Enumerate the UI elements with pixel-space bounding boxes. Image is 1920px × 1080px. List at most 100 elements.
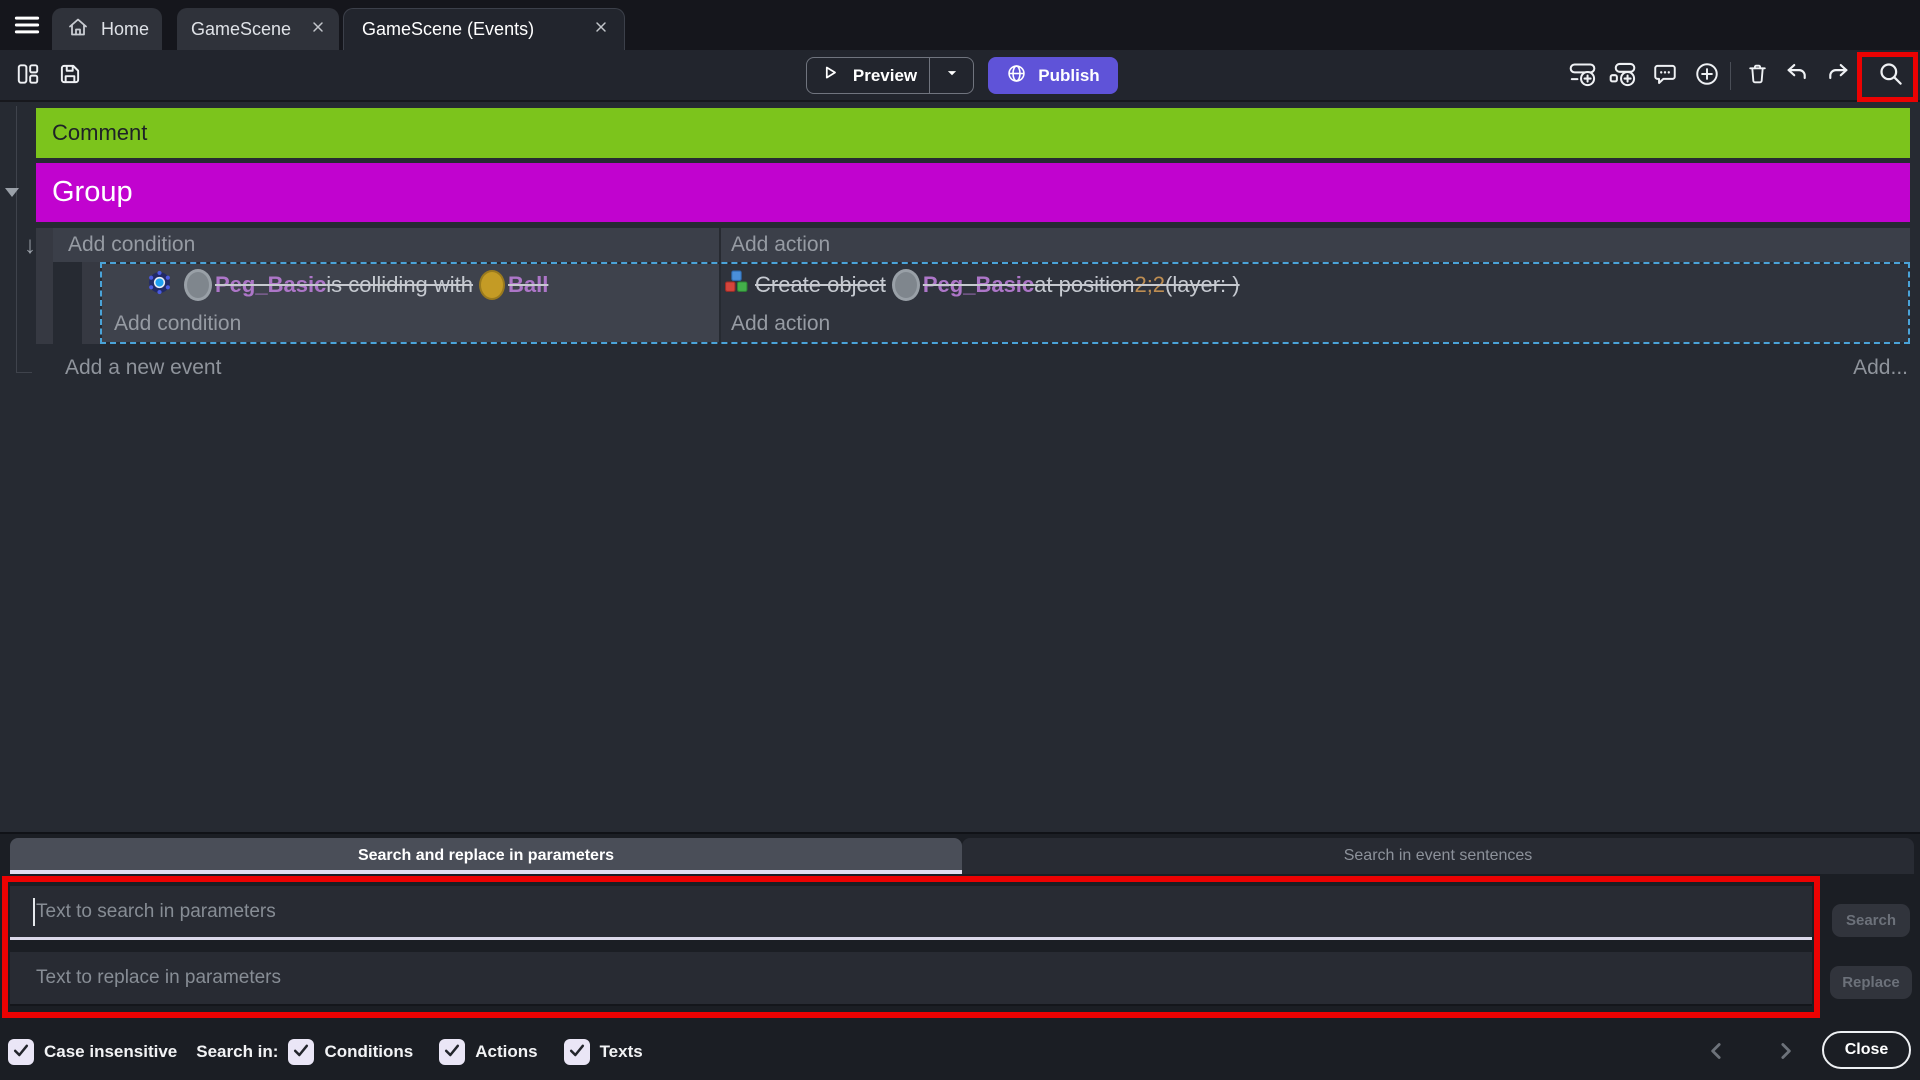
add-subevent-button[interactable]	[1604, 57, 1640, 93]
tab-search-replace-parameters[interactable]: Search and replace in parameters	[10, 838, 962, 874]
undo-button[interactable]	[1778, 57, 1814, 93]
tab-bar: Home GameScene GameScene (Events)	[0, 0, 1920, 50]
collapse-event-arrow-icon[interactable]: ↓	[24, 234, 36, 258]
gdevelop-window: Home GameScene GameScene (Events)	[0, 0, 1920, 1080]
hamburger-icon	[12, 28, 42, 43]
save-button[interactable]	[52, 57, 88, 93]
event-drag-gutter[interactable]	[36, 228, 53, 344]
add-other-button[interactable]	[1689, 57, 1725, 93]
add-condition-link[interactable]: Add condition	[68, 233, 195, 257]
actions-checkbox[interactable]	[439, 1039, 465, 1065]
object-name: Peg_Basic	[215, 272, 326, 298]
globe-icon	[1006, 63, 1027, 89]
condition-sentence: Peg_Basic is colliding with Ball	[178, 269, 548, 301]
previous-result-button[interactable]	[1703, 1038, 1731, 1066]
preview-main[interactable]: Preview	[807, 58, 929, 93]
checkmark-icon	[442, 1040, 462, 1065]
play-icon	[819, 62, 841, 89]
add-subevent-icon	[1609, 60, 1636, 90]
tab-home[interactable]: Home	[52, 8, 162, 50]
search-in-label: Search in:	[196, 1042, 278, 1062]
events-sheet: ↓ Comment Group Add condition Add action	[0, 102, 1920, 832]
collapse-group-arrow-icon[interactable]	[5, 188, 19, 197]
add-comment-button[interactable]	[1647, 57, 1683, 93]
tab-label: GameScene (Events)	[362, 19, 534, 40]
preview-dropdown-button[interactable]	[929, 58, 973, 93]
chevron-left-icon	[1704, 1038, 1730, 1067]
toolbar: Preview Publish	[0, 50, 1920, 102]
search-input[interactable]	[10, 886, 1812, 937]
redo-button[interactable]	[1820, 57, 1856, 93]
replace-input[interactable]	[10, 952, 1812, 1004]
actions-label: Actions	[475, 1042, 537, 1062]
tab-label: GameScene	[191, 19, 291, 40]
search-input-row	[10, 886, 1812, 940]
delete-button[interactable]	[1739, 57, 1775, 93]
actions-cell: Add action	[719, 228, 1910, 262]
checkmark-icon	[567, 1040, 587, 1065]
conditions-cell: Add condition	[53, 228, 719, 262]
close-button[interactable]: Close	[1822, 1031, 1911, 1069]
texts-label: Texts	[600, 1042, 643, 1062]
search-options-row: Case insensitive Search in: Conditions A…	[8, 1032, 643, 1072]
plus-circle-icon	[1694, 61, 1720, 90]
peg-object-icon	[184, 269, 212, 301]
tree-corner	[16, 372, 32, 373]
preview-label: Preview	[853, 66, 917, 86]
replace-button[interactable]: Replace	[1830, 966, 1912, 999]
subevent-drag-gutter[interactable]	[82, 262, 100, 344]
tab-search-event-sentences[interactable]: Search in event sentences	[962, 838, 1914, 874]
checkmark-icon	[291, 1040, 311, 1065]
preview-button[interactable]: Preview	[806, 57, 974, 94]
close-tab-button[interactable]	[590, 19, 612, 41]
action-row[interactable]: Create object Peg_Basic at position 2;2 …	[721, 264, 1908, 306]
chevron-right-icon	[1772, 1038, 1798, 1067]
conditions-label: Conditions	[324, 1042, 413, 1062]
add-action-link[interactable]: Add action	[731, 312, 830, 336]
create-object-icon	[724, 270, 749, 300]
next-result-button[interactable]	[1771, 1038, 1799, 1066]
conditions-column: Peg_Basic is colliding with Ball Add con…	[102, 264, 719, 342]
redo-icon	[1825, 60, 1852, 90]
undo-icon	[1783, 60, 1810, 90]
physics-collision-icon	[147, 270, 172, 300]
chevron-down-icon	[943, 64, 961, 87]
selected-subevent[interactable]: Peg_Basic is colliding with Ball Add con…	[100, 262, 1910, 344]
action-text: at position	[1034, 272, 1134, 298]
toggle-panel-button[interactable]	[10, 57, 46, 93]
add-new-event-link[interactable]: Add a new event	[65, 356, 221, 380]
toolbar-divider	[1730, 62, 1731, 90]
close-tab-button[interactable]	[307, 18, 329, 40]
action-text: Create object	[755, 272, 886, 298]
main-menu-button[interactable]	[10, 10, 44, 40]
add-condition-link[interactable]: Add condition	[114, 312, 241, 336]
add-event-icon	[1569, 60, 1596, 90]
condition-row[interactable]: Peg_Basic is colliding with Ball	[102, 264, 719, 306]
object-name: Ball	[508, 272, 548, 298]
texts-checkbox[interactable]	[564, 1039, 590, 1065]
add-more-button[interactable]: Add...	[1853, 356, 1908, 380]
add-action-link[interactable]: Add action	[731, 233, 830, 257]
comment-bubble-icon	[1652, 61, 1678, 90]
group-event[interactable]: Group	[36, 163, 1910, 222]
comment-text: Comment	[52, 120, 147, 146]
close-icon	[593, 19, 609, 40]
condition-verb: is colliding with	[326, 272, 473, 298]
conditions-checkbox[interactable]	[288, 1039, 314, 1065]
tab-gamescene-events[interactable]: GameScene (Events)	[343, 8, 625, 50]
publish-button[interactable]: Publish	[988, 57, 1118, 94]
actions-column: Create object Peg_Basic at position 2;2 …	[719, 264, 1908, 342]
add-condition-row: Add condition	[102, 306, 719, 342]
peg-object-icon	[892, 269, 920, 301]
checkmark-icon	[11, 1040, 31, 1065]
search-panel: Search and replace in parameters Search …	[0, 832, 1920, 1080]
tab-gamescene[interactable]: GameScene	[177, 8, 339, 50]
case-insensitive-checkbox[interactable]	[8, 1039, 34, 1065]
add-event-button[interactable]	[1564, 57, 1600, 93]
home-icon	[66, 15, 90, 44]
layout-panel-icon	[15, 61, 41, 90]
search-button[interactable]: Search	[1832, 904, 1910, 937]
search-events-button[interactable]	[1872, 57, 1908, 93]
case-insensitive-label: Case insensitive	[44, 1042, 177, 1062]
comment-event[interactable]: Comment	[36, 108, 1910, 158]
